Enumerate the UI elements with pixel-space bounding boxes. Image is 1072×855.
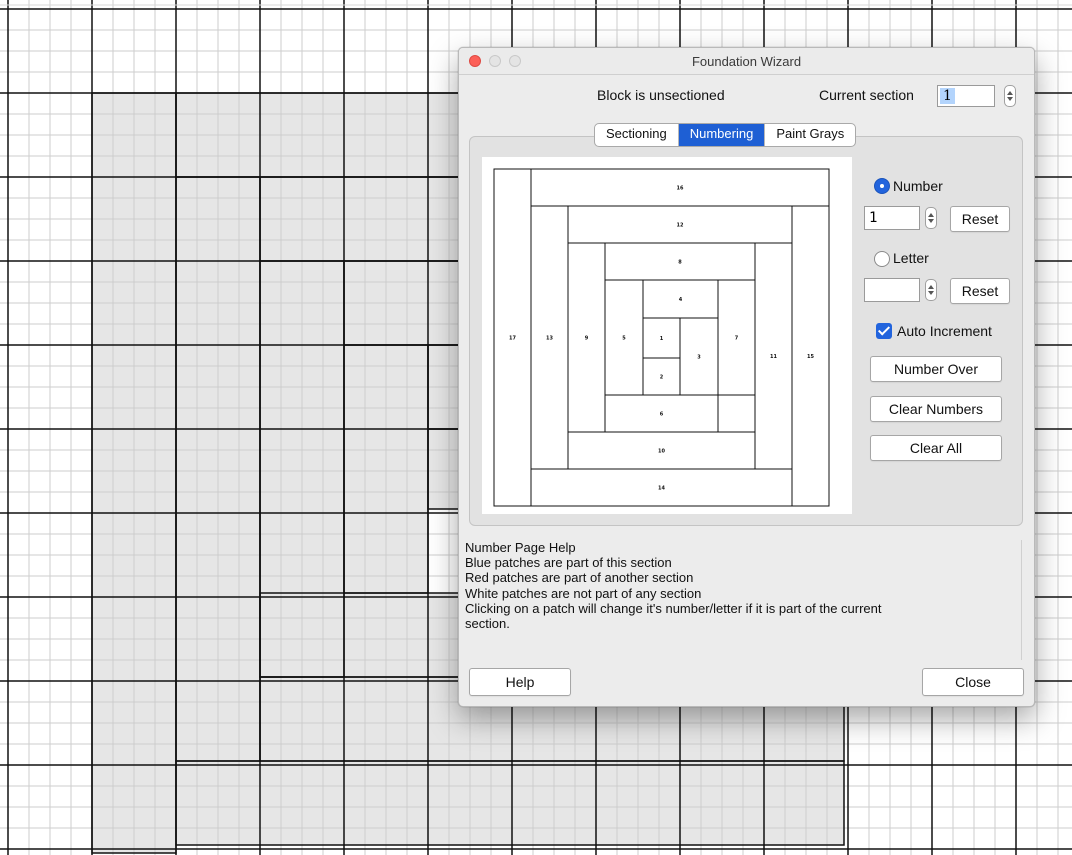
patch-number-label: 15 <box>807 354 814 360</box>
current-section-stepper[interactable] <box>1004 85 1016 107</box>
auto-increment-checkbox[interactable] <box>876 323 892 339</box>
patch-number-label: 12 <box>677 223 684 229</box>
letter-reset-button[interactable]: Reset <box>950 278 1010 304</box>
help-line: section. <box>465 616 510 632</box>
clear-numbers-button[interactable]: Clear Numbers <box>870 396 1002 422</box>
patch-number-label: 3 <box>697 355 701 361</box>
section-status: Block is unsectioned <box>597 87 725 103</box>
help-text-area[interactable]: Number Page Help Blue patches are part o… <box>465 540 1025 660</box>
help-line: Clicking on a patch will change it's num… <box>465 600 882 616</box>
patch-number-label: 6 <box>660 412 664 418</box>
block-preview[interactable]: 17 16 15 14 13 12 11 10 9 8 7 6 5 4 3 1 2 <box>482 157 852 514</box>
patch-number-label: 14 <box>658 486 665 492</box>
letter-field[interactable] <box>864 278 920 302</box>
block-preview-diagram[interactable]: 1716151413121110987654312 <box>482 157 852 514</box>
auto-increment-label: Auto Increment <box>897 323 992 339</box>
patch-number-label: 17 <box>509 336 516 342</box>
current-section-value: 1 <box>940 88 955 104</box>
number-radio[interactable] <box>874 178 890 194</box>
letter-radio-label: Letter <box>893 250 929 266</box>
patch-number-label: 11 <box>770 354 777 360</box>
current-section-field[interactable]: 1 <box>937 85 995 107</box>
help-line: Number Page Help <box>465 540 576 555</box>
number-radio-label: Number <box>893 178 943 194</box>
patch-number-label: 5 <box>622 336 626 342</box>
tab-numbering[interactable]: Numbering <box>677 124 765 146</box>
patch-number-label: 2 <box>660 375 664 381</box>
help-line: White patches are not part of any sectio… <box>465 585 702 601</box>
number-stepper[interactable] <box>925 207 937 229</box>
help-scrollbar[interactable] <box>1021 540 1022 660</box>
help-line: Red patches are part of another section <box>465 570 694 586</box>
letter-radio[interactable] <box>874 251 890 267</box>
number-field[interactable]: 1 <box>864 206 920 230</box>
patch-number-label: 1 <box>660 336 664 342</box>
close-button[interactable]: Close <box>922 668 1024 696</box>
tab-sectioning[interactable]: Sectioning <box>595 124 678 146</box>
number-over-button[interactable]: Number Over <box>870 356 1002 382</box>
quilt-patch[interactable] <box>176 761 844 845</box>
letter-stepper[interactable] <box>925 279 937 301</box>
title-bar[interactable]: Foundation Wizard <box>459 48 1034 75</box>
clear-all-button[interactable]: Clear All <box>870 435 1002 461</box>
help-line: Blue patches are part of this section <box>465 555 672 571</box>
foundation-wizard-dialog: Foundation Wizard Block is unsectioned C… <box>458 47 1035 707</box>
tab-paint-grays[interactable]: Paint Grays <box>764 124 855 146</box>
patch-number-label: 8 <box>678 260 682 266</box>
patch-number-label: 9 <box>585 336 589 342</box>
patch-number-label: 16 <box>677 186 684 192</box>
patch-number-label: 13 <box>546 336 553 342</box>
window-title: Foundation Wizard <box>691 54 802 69</box>
help-button[interactable]: Help <box>469 668 571 696</box>
current-section-label: Current section <box>819 87 914 103</box>
patch-number-label: 10 <box>658 449 665 455</box>
tab-bar: Sectioning Numbering Paint Grays <box>594 123 857 147</box>
patch-number-label: 4 <box>679 297 683 303</box>
patch-number-label: 7 <box>735 336 739 342</box>
number-reset-button[interactable]: Reset <box>950 206 1010 232</box>
